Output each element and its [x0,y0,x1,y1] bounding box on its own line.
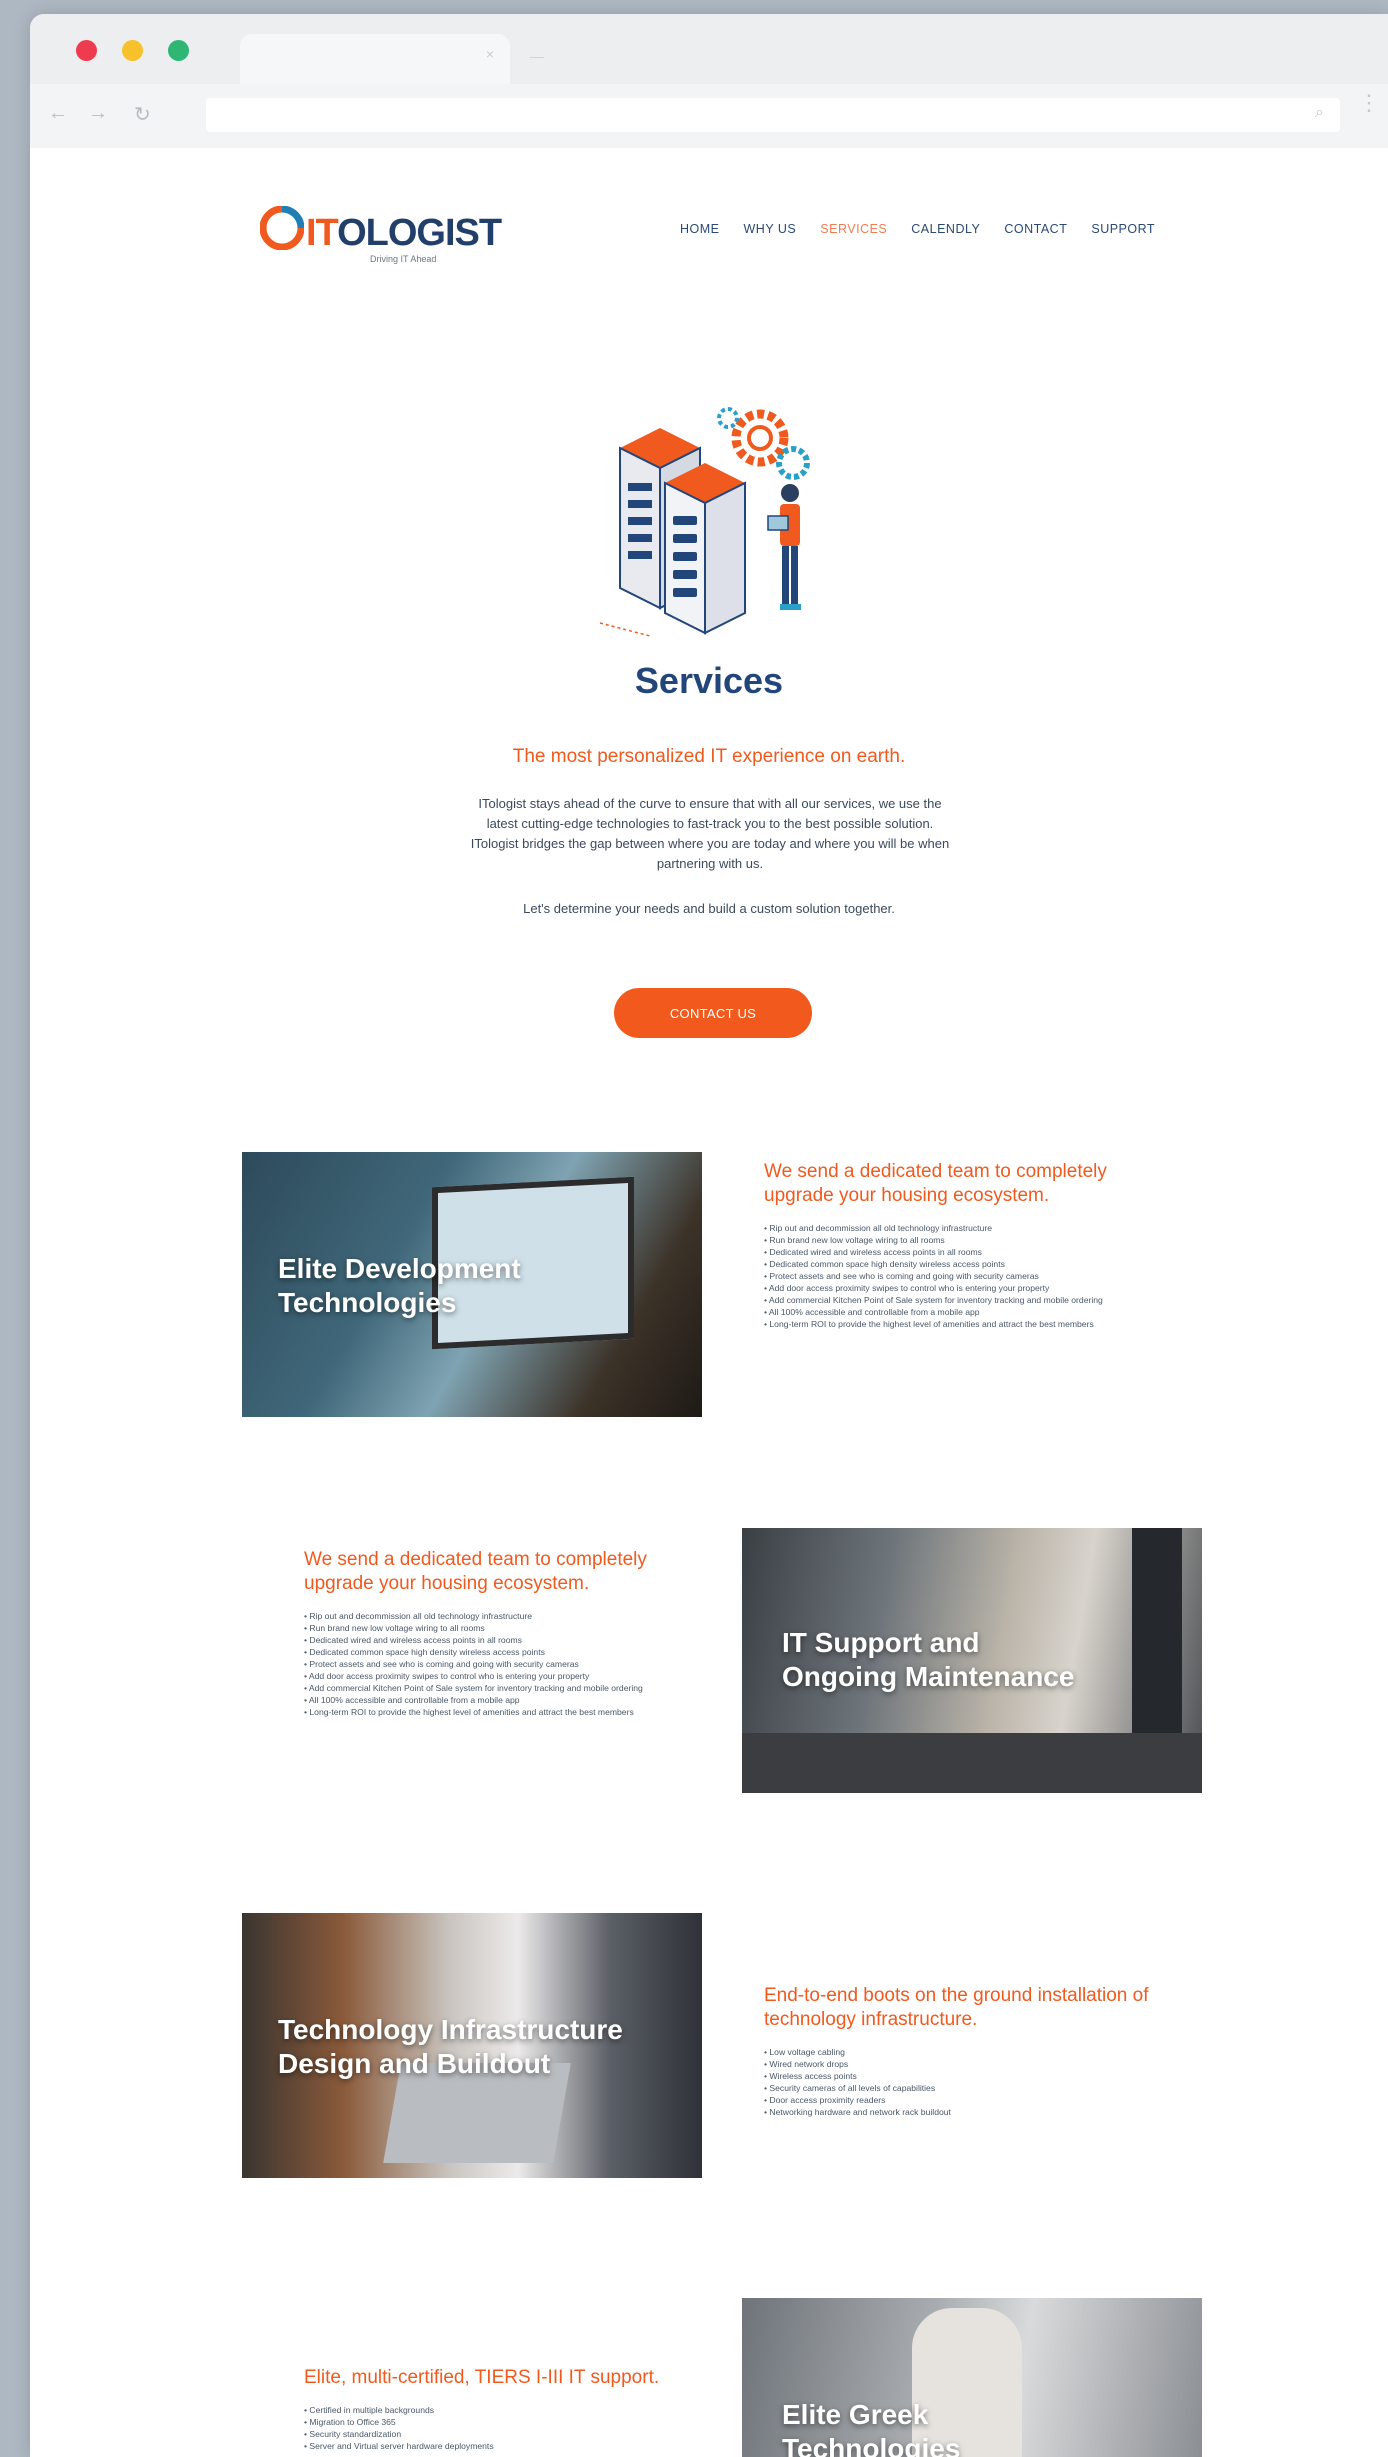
hero-intro-secondary: Let's determine your needs and build a c… [523,901,895,916]
browser-window: × — ← → ↻ ⌕ ⋮ ITOLOGIST Driving IT Ahead… [30,14,1388,2457]
list-item: • Dedicated wired and wireless access po… [304,1635,522,1645]
photo-title-line: Elite Greek [782,2399,929,2430]
logo-ring-icon [260,206,304,250]
photo-title-line: Technologies [278,1287,457,1318]
web-page: ITOLOGIST Driving IT Ahead HOME WHY US S… [30,148,1388,2457]
photo-title-line: Ongoing Maintenance [782,1661,1075,1692]
list-item: • Add commercial Kitchen Point of Sale s… [304,1683,643,1693]
new-tab-placeholder[interactable]: — [530,48,544,64]
list-item: • Certified in multiple backgrounds [304,2405,435,2415]
list-item: • Low voltage cabling [764,2047,845,2057]
list-item: • Security cameras of all levels of capa… [764,2083,936,2093]
browser-menu-icon[interactable]: ⋮ [1358,92,1380,114]
list-item: • Dedicated common space high density wi… [304,1647,545,1657]
maximize-window-button[interactable] [168,40,189,61]
section-heading: We send a dedicated team to completely u… [304,1549,647,1594]
reload-icon[interactable]: ↻ [134,102,151,127]
list-item: • Wireless access points [764,2071,857,2081]
main-nav: HOME WHY US SERVICES CALENDLY CONTACT SU… [680,222,1155,236]
photo-title-line: Technologies [782,2433,961,2457]
nav-why-us[interactable]: WHY US [744,222,797,236]
list-item: • Long-term ROI to provide the highest l… [764,1319,1094,1329]
photo-title-line: Technology Infrastructure [278,2014,623,2045]
nav-support[interactable]: SUPPORT [1091,222,1155,236]
address-bar[interactable]: ⌕ [206,98,1340,132]
list-item: • Rip out and decommission all old techn… [304,1611,532,1621]
photo-title-line: Design and Buildout [278,2048,551,2079]
section-heading: Elite, multi-certified, TIERS I-III IT s… [304,2367,660,2388]
logo-ologist: OLOGIST [337,212,502,254]
list-item: • Protect assets and see who is coming a… [304,1659,579,1669]
browser-titlebar: × — [30,14,1388,84]
list-item: • Security standardization [304,2429,402,2439]
list-item: • Networking hardware and network rack b… [764,2107,951,2117]
close-window-button[interactable] [76,40,97,61]
bullet-list: • Low voltage cabling • Wired network dr… [764,2046,1164,2118]
bullet-list: • Rip out and decommission all old techn… [764,1222,1164,1330]
browser-toolbar: ← → ↻ ⌕ ⋮ [30,84,1388,149]
list-item: • Door access proximity readers [764,2095,886,2105]
list-item: • Protect assets and see who is coming a… [764,1271,1039,1281]
photo-title: IT Support and Ongoing Maintenance [782,1626,1074,1694]
browser-tab[interactable]: × [240,34,510,84]
minimize-window-button[interactable] [122,40,143,61]
rack-floor-graphic [742,1733,1202,1793]
nav-calendly[interactable]: CALENDLY [911,222,980,236]
list-item: • All 100% accessible and controllable f… [304,1695,520,1705]
hero-intro: ITologist stays ahead of the curve to en… [470,796,950,871]
hero-tagline: The most personalized IT experience on e… [512,746,906,767]
logo-wordmark: ITOLOGIST [306,212,502,255]
list-item: • Add door access proximity swipes to co… [764,1283,1050,1293]
nav-services[interactable]: SERVICES [820,222,887,236]
photo-title: Elite Development Technologies [278,1252,521,1320]
section-heading: End-to-end boots on the ground installat… [764,1985,1149,2030]
it-support-photo: IT Support and Ongoing Maintenance [742,1528,1202,1793]
photo-title: Elite Greek Technologies [782,2398,960,2457]
list-item: • Migration to Office 365 [304,2417,396,2427]
section-heading: We send a dedicated team to completely u… [764,1161,1107,1206]
list-item: • Run brand new low voltage wiring to al… [304,1623,485,1633]
list-item: • Add door access proximity swipes to co… [304,1671,590,1681]
infrastructure-design-photo: Technology Infrastructure Design and Bui… [242,1913,702,2178]
list-item: • Add commercial Kitchen Point of Sale s… [764,1295,1103,1305]
section-blurb: End-to-end boots on the ground installat… [764,1984,1164,2118]
list-item: • Dedicated wired and wireless access po… [764,1247,982,1257]
bullet-list: • Rip out and decommission all old techn… [304,1610,704,1718]
list-item: • All 100% accessible and controllable f… [764,1307,980,1317]
page-title: Services [634,660,784,701]
back-arrow-icon[interactable]: ← [48,102,68,125]
section-blurb: Elite, multi-certified, TIERS I-III IT s… [304,2366,704,2452]
list-item: • Wired network drops [764,2059,849,2069]
contact-us-button[interactable]: CONTACT US [614,988,812,1038]
photo-title-line: Elite Development [278,1253,521,1284]
section-blurb: We send a dedicated team to completely u… [304,1548,704,1718]
nav-home[interactable]: HOME [680,222,720,236]
tab-close-icon[interactable]: × [486,46,494,62]
section-blurb: We send a dedicated team to completely u… [764,1160,1164,1330]
list-item: • Run brand new low voltage wiring to al… [764,1235,945,1245]
search-icon[interactable]: ⌕ [1315,104,1324,122]
site-logo[interactable]: ITOLOGIST Driving IT Ahead [260,204,502,284]
logo-it: IT [306,212,338,254]
nav-contact[interactable]: CONTACT [1004,222,1067,236]
forward-arrow-icon[interactable]: → [88,102,108,125]
photo-title: Technology Infrastructure Design and Bui… [278,2013,623,2081]
server-technician-illustration [599,407,810,637]
list-item: • Long-term ROI to provide the highest l… [304,1707,634,1717]
list-item: • Dedicated common space high density wi… [764,1259,1005,1269]
logo-tagline: Driving IT Ahead [370,254,437,264]
list-item: • Server and Virtual server hardware dep… [304,2441,494,2451]
list-item: • Rip out and decommission all old techn… [764,1223,992,1233]
elite-development-photo: Elite Development Technologies [242,1152,702,1417]
bullet-list: • Certified in multiple backgrounds • Mi… [304,2404,704,2452]
elite-greek-photo: Elite Greek Technologies [742,2298,1202,2457]
photo-title-line: IT Support and [782,1627,980,1658]
